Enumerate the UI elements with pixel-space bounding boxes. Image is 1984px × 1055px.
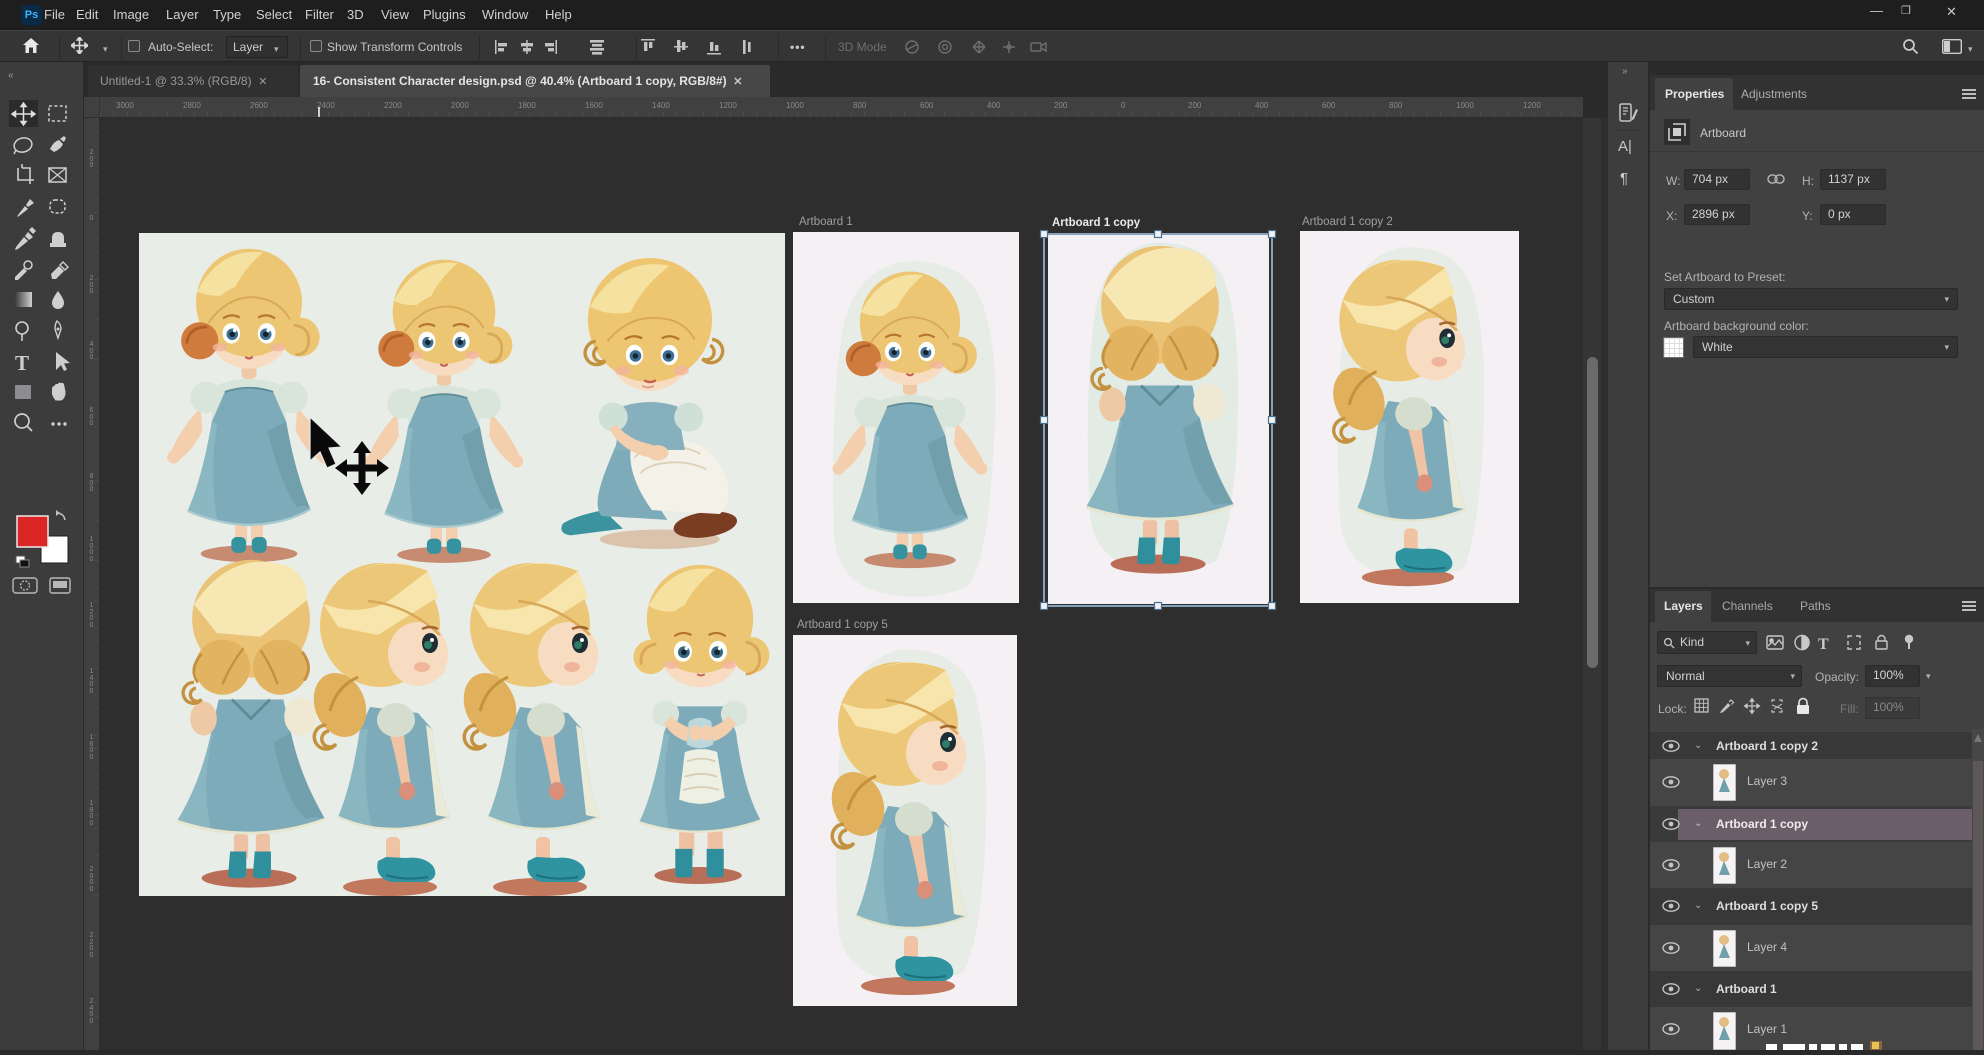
svg-text:Artboard 1: Artboard 1 [799, 216, 853, 228]
svg-text:Artboard 1 copy: Artboard 1 copy [1052, 217, 1141, 229]
svg-text:T: T [1818, 636, 1829, 653]
svg-text:Artboard 1 copy 2: Artboard 1 copy 2 [1302, 216, 1393, 228]
svg-text:T: T [15, 351, 29, 375]
svg-text:Artboard 1 copy 5: Artboard 1 copy 5 [797, 619, 888, 631]
